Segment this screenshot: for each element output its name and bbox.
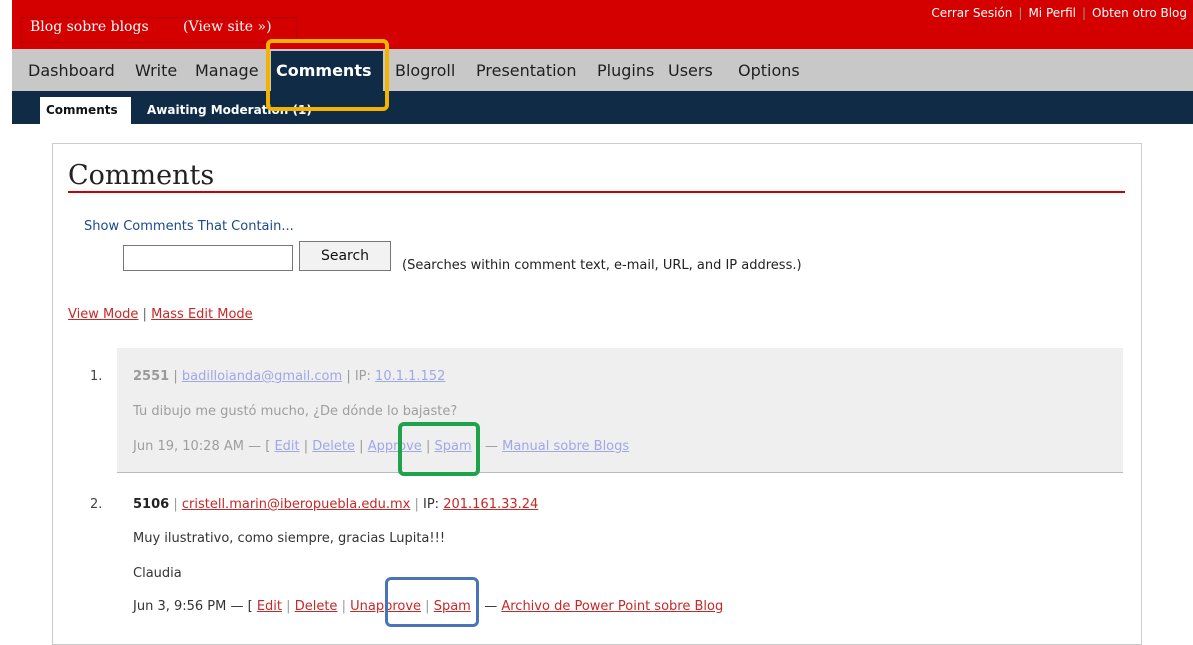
nav-write[interactable]: Write — [135, 61, 177, 80]
nav-presentation[interactable]: Presentation — [476, 61, 576, 80]
comment-ip-link[interactable]: 201.161.33.24 — [443, 497, 538, 512]
blog-name-link[interactable]: Blog sobre blogs — [30, 19, 149, 35]
subtab-comments[interactable]: Comments — [46, 103, 118, 117]
comment-1-text: Tu dibujo me gustó mucho, ¿De dónde lo b… — [133, 404, 458, 419]
profile-link[interactable]: Mi Perfil — [1028, 6, 1076, 20]
separator: | — [173, 497, 178, 512]
nav-dashboard[interactable]: Dashboard — [28, 61, 115, 80]
nav-options[interactable]: Options — [738, 61, 800, 80]
separator: | — [303, 439, 309, 454]
search-button[interactable]: Search — [299, 241, 391, 271]
separator: | — [173, 369, 178, 384]
comment-2-number: 2. — [90, 497, 103, 512]
edit-link[interactable]: Edit — [274, 439, 299, 454]
comment-author: 5106 — [133, 497, 170, 512]
comment-ip-link[interactable]: 10.1.1.152 — [375, 369, 445, 384]
mass-edit-mode-link[interactable]: Mass Edit Mode — [151, 307, 253, 322]
view-site-link[interactable]: (View site ») — [183, 19, 272, 35]
comment-author: 2551 — [133, 369, 170, 384]
comment-2-meta: 5106 | cristell.marin@iberopuebla.edu.mx… — [133, 497, 538, 512]
comment-divider — [117, 472, 1123, 473]
other-blog-link[interactable]: Obten otro Blog — [1092, 6, 1187, 20]
search-input[interactable] — [123, 245, 293, 271]
nav-blogroll[interactable]: Blogroll — [395, 61, 455, 80]
comments-tab-highlight — [266, 39, 389, 111]
nav-manage[interactable]: Manage — [195, 61, 259, 80]
ip-label: IP: — [423, 497, 440, 512]
comment-2-text: Muy ilustrativo, como siempre, gracias L… — [133, 531, 446, 546]
comment-email-link[interactable]: badilloianda@gmail.com — [182, 369, 342, 384]
ip-label: IP: — [354, 369, 371, 384]
comment-1-actions: Jun 19, 10:28 AM — [ Edit | Delete | App… — [133, 439, 629, 454]
comment-date: Jun 19, 10:28 AM — [ — [133, 439, 271, 454]
comment-1-meta: 2551 | badilloianda@gmail.com | IP: 10.1… — [133, 369, 445, 384]
separator: | — [1018, 6, 1023, 20]
comment-2-signature: Claudia — [133, 566, 182, 581]
mode-separator: | — [142, 307, 147, 322]
mode-links: View Mode | Mass Edit Mode — [68, 307, 253, 322]
unapprove-highlight — [385, 577, 479, 627]
search-heading: Show Comments That Contain... — [84, 219, 294, 234]
nav-plugins[interactable]: Plugins — [597, 61, 654, 80]
delete-link[interactable]: Delete — [312, 439, 355, 454]
separator: | — [346, 369, 351, 384]
comment-1-number: 1. — [90, 369, 103, 384]
view-mode-link[interactable]: View Mode — [68, 307, 138, 322]
approve-highlight — [398, 422, 480, 476]
logout-link[interactable]: Cerrar Sesión — [931, 6, 1012, 20]
comment-email-link[interactable]: cristell.marin@iberopuebla.edu.mx — [182, 497, 410, 512]
post-link[interactable]: Manual sobre Blogs — [502, 439, 629, 454]
nav-users[interactable]: Users — [668, 61, 713, 80]
title-divider — [68, 191, 1125, 193]
post-link[interactable]: Archivo de Power Point sobre Blog — [501, 599, 723, 614]
separator: | — [1081, 6, 1087, 20]
user-links: Cerrar Sesión | Mi Perfil | Obten otro Blog — [931, 6, 1187, 20]
separator: | — [286, 599, 291, 614]
separator: | — [341, 599, 346, 614]
delete-link[interactable]: Delete — [295, 599, 338, 614]
separator: | — [414, 497, 419, 512]
search-hint: (Searches within comment text, e-mail, U… — [402, 258, 802, 273]
separator: | — [359, 439, 364, 454]
page-title: Comments — [68, 160, 215, 191]
comment-date: Jun 3, 9:56 PM — [ — [133, 599, 253, 614]
edit-link[interactable]: Edit — [257, 599, 282, 614]
